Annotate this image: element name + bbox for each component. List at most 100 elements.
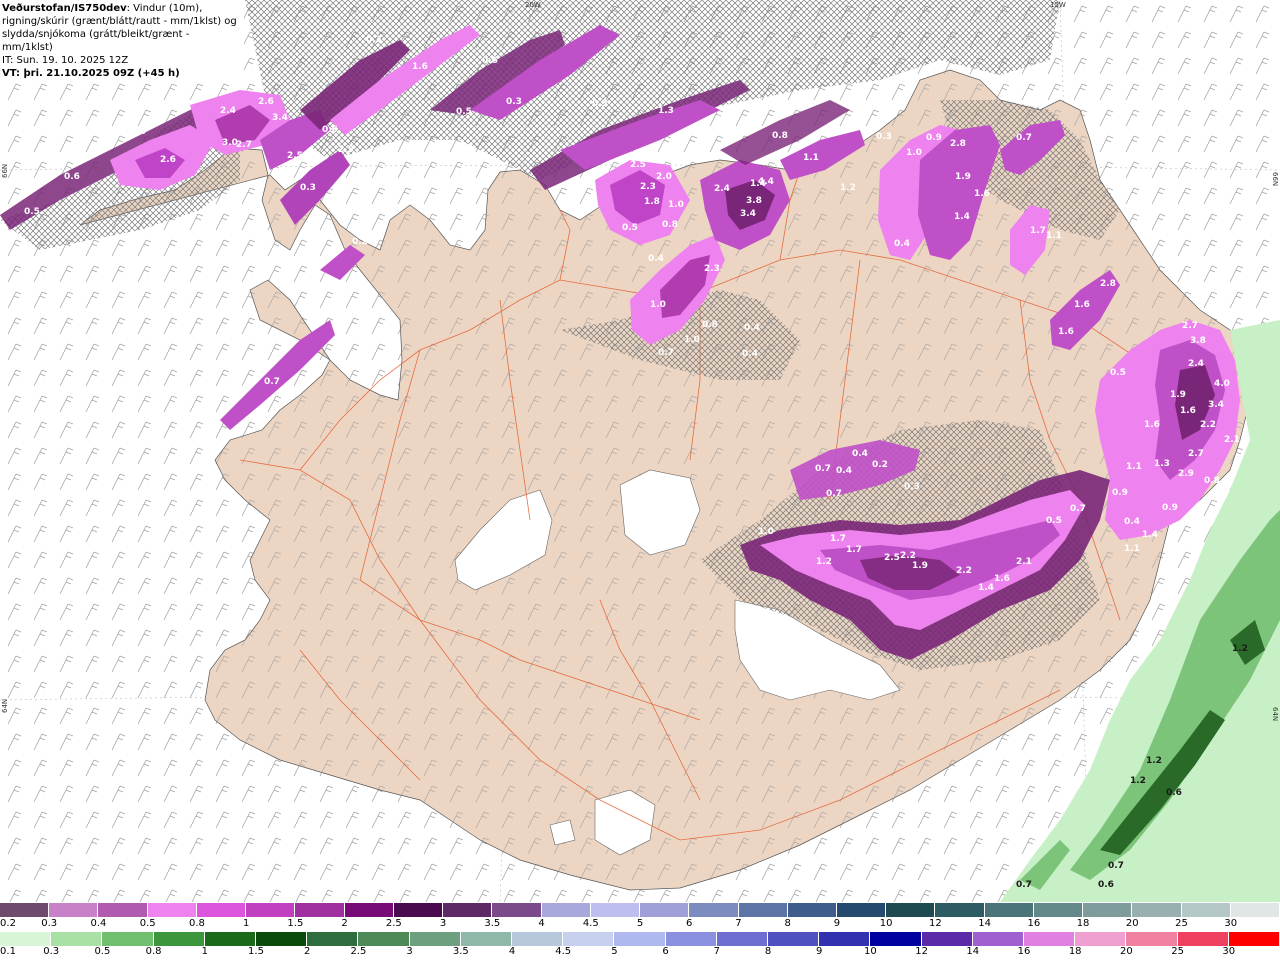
legend-tick-label: 6 bbox=[662, 946, 669, 957]
precip-label: 1.0 bbox=[758, 527, 774, 537]
legend-tick-label: 3 bbox=[406, 946, 413, 957]
legend-swatch bbox=[196, 903, 247, 917]
precip-label: 1.0 bbox=[650, 300, 666, 310]
legend-swatch bbox=[984, 903, 1034, 917]
legend-swatch bbox=[344, 903, 394, 917]
precip-label: 2.4 bbox=[220, 106, 236, 116]
precip-label: 1.2 bbox=[1232, 644, 1248, 654]
precip-label: 1.3 bbox=[1154, 459, 1170, 469]
precip-label: 1.6 bbox=[1074, 300, 1090, 310]
legend-swatch bbox=[972, 932, 1025, 946]
legend-tick-label: 6 bbox=[686, 918, 693, 929]
precip-label: 2.2 bbox=[956, 566, 972, 576]
precip-label: 1.1 bbox=[1124, 544, 1140, 554]
legend-swatch bbox=[512, 932, 564, 946]
legend-swatch bbox=[393, 903, 444, 917]
legend-tick-label: 16 bbox=[1017, 946, 1031, 957]
title-source: Veðurstofan/IS750dev bbox=[2, 3, 127, 14]
precip-label: 2.7 bbox=[1188, 449, 1204, 459]
legend-tick-label: 0.8 bbox=[145, 946, 162, 957]
legend-swatch bbox=[836, 903, 887, 917]
precip-label: 1.6 bbox=[994, 574, 1010, 584]
legend-swatch bbox=[819, 932, 871, 946]
precip-label: 0.4 bbox=[1182, 516, 1198, 526]
precip-label: 0.2 bbox=[308, 236, 324, 246]
precip-label: 2.3 bbox=[640, 182, 656, 192]
precip-label: 1.4 bbox=[978, 583, 994, 593]
legend-swatch bbox=[1075, 932, 1127, 946]
legend-tick-label: 8 bbox=[764, 946, 772, 957]
precip-label: 1.7 bbox=[1030, 226, 1046, 236]
precip-label: 0.6 bbox=[322, 125, 338, 135]
legend-tick-label: 12 bbox=[929, 918, 942, 929]
precip-label: 0.3 bbox=[506, 97, 522, 107]
legend-swatch bbox=[1083, 903, 1133, 917]
precip-label: 1.3 bbox=[716, 116, 732, 126]
legend-swatch bbox=[492, 903, 542, 917]
legend-swatch bbox=[640, 903, 690, 917]
precip-label: 0.7 bbox=[826, 489, 842, 499]
precip-label: 1.7 bbox=[846, 545, 862, 555]
legend-swatch bbox=[358, 932, 410, 946]
precip-label: 2.6 bbox=[258, 97, 274, 107]
precip-label: 0.7 bbox=[1016, 133, 1032, 143]
legend-tick-label: 9 bbox=[833, 918, 841, 929]
precip-label: 2.5 bbox=[338, 145, 354, 155]
precip-label: 2.5 bbox=[287, 151, 303, 161]
precip-label: 1.9 bbox=[955, 172, 971, 182]
precip-label: 0.4 bbox=[836, 466, 852, 476]
precip-label: 0.3 bbox=[876, 132, 892, 142]
precip-label: 1.4 bbox=[954, 212, 970, 222]
legend-tick-label: 2 bbox=[341, 918, 348, 929]
legend-snow-ticks: 0.2 0.3 0.4 0.5 0.8 1 1.5 2 2.5 3 3.5 4 4.5 5 6 7 8 9 10 12… bbox=[0, 918, 1280, 932]
precip-label: 2.4 bbox=[714, 184, 730, 194]
precip-label: 3.4 bbox=[272, 113, 288, 123]
precip-label: 0.9 bbox=[1162, 503, 1178, 513]
legend-tick-label: 9 bbox=[816, 946, 823, 957]
valid-time: VT: þri. 21.10.2025 09Z (+45 h) bbox=[2, 68, 180, 79]
forecast-map[interactable]: 20W 15W 66N 64N 66N 64N 2.6 3.0 2.7 2.4 … bbox=[0, 0, 1280, 902]
precip-label: 0.4 bbox=[130, 127, 146, 137]
label-15w: 15W bbox=[1050, 1, 1066, 9]
precip-label: 0.7 bbox=[658, 348, 674, 358]
precip-label: 0.6 bbox=[1098, 880, 1114, 890]
legend-swatch bbox=[1230, 903, 1280, 917]
precip-label: 1.6 bbox=[1058, 327, 1074, 337]
legend-tick-label: 0.2 bbox=[0, 918, 16, 929]
precip-label: 0.3 bbox=[592, 99, 608, 109]
precip-label: 0.4 bbox=[742, 349, 758, 359]
precip-label: 0.3 bbox=[904, 482, 920, 492]
precip-label: 0.7 bbox=[815, 464, 831, 474]
legend-tick-label: 10 bbox=[864, 946, 877, 957]
legend-swatch bbox=[98, 903, 148, 917]
legend-swatch bbox=[1228, 932, 1280, 946]
precip-label: 1.2 bbox=[816, 557, 832, 567]
legend-tick-label: 10 bbox=[879, 918, 893, 929]
legend-swatch bbox=[541, 903, 591, 917]
legend-tick-label: 20 bbox=[1125, 918, 1139, 929]
legend-swatch bbox=[246, 903, 296, 917]
legend-swatch bbox=[689, 903, 739, 917]
precip-label: 2.2 bbox=[1200, 420, 1216, 430]
precip-label: 3.8 bbox=[1190, 336, 1206, 346]
legend-tick-label: 4 bbox=[508, 946, 516, 957]
legend-swatch bbox=[1177, 932, 1229, 946]
precip-label: 0.7 bbox=[264, 377, 280, 387]
legend-swatch bbox=[0, 932, 52, 946]
legend-swatch bbox=[935, 903, 985, 917]
legend-swatch bbox=[590, 903, 641, 917]
precip-label: 1.6 bbox=[1180, 406, 1196, 416]
precip-label: 0.4 bbox=[648, 254, 664, 264]
precip-label: 3.8 bbox=[746, 196, 762, 206]
legend-swatch bbox=[1126, 932, 1178, 946]
subtitle-snow: slydda/snjókoma (grátt/bleikt/grænt - mm… bbox=[2, 29, 190, 53]
legend-tick-label: 1 bbox=[201, 946, 208, 957]
legend-swatch bbox=[614, 932, 666, 946]
precip-label: 0.5 bbox=[1046, 516, 1062, 526]
legend-swatch bbox=[921, 932, 973, 946]
legend-tick-label: 8 bbox=[784, 918, 791, 929]
legend-tick-label: 16 bbox=[1027, 918, 1041, 929]
precip-label: 1.4 bbox=[1142, 530, 1158, 540]
legend-swatch bbox=[51, 932, 103, 946]
legend-swatch bbox=[147, 903, 197, 917]
